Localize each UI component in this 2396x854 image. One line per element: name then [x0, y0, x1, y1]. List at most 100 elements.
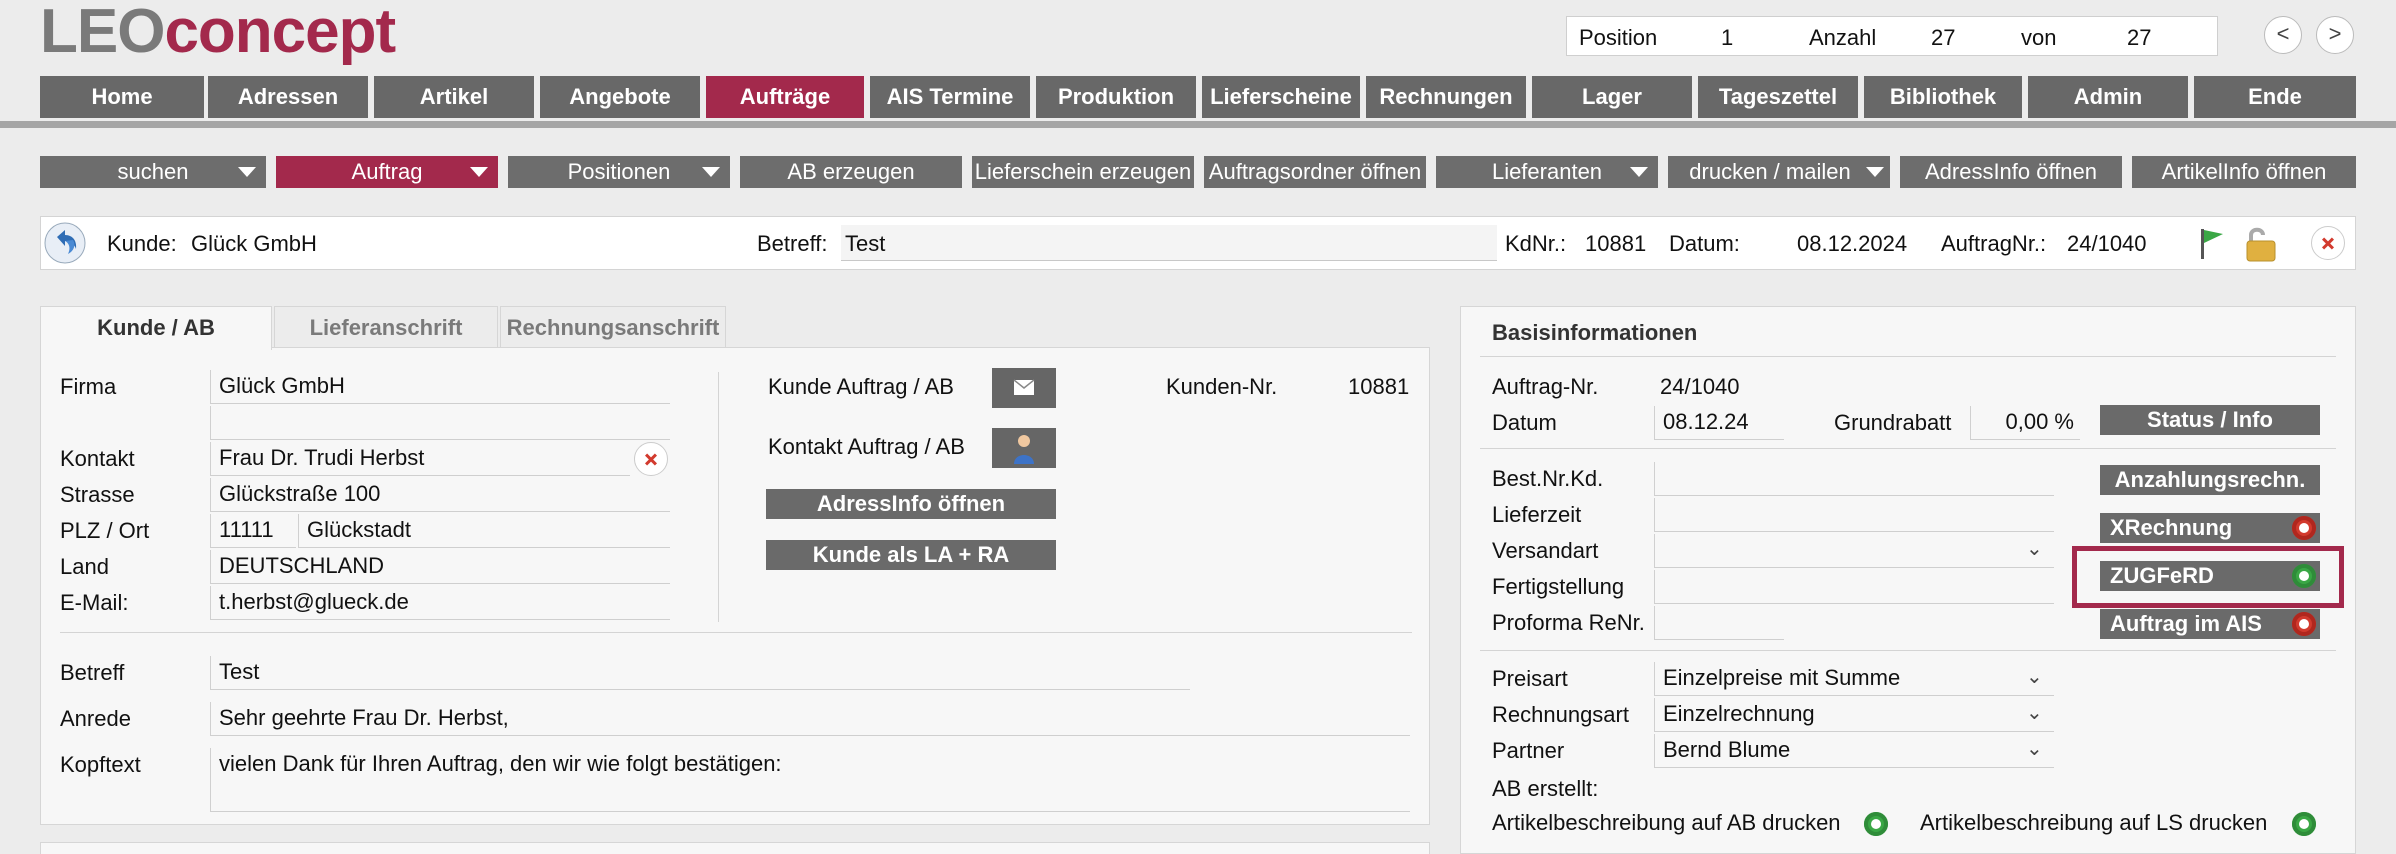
- auftragnr-value: 24/1040: [2067, 231, 2147, 256]
- rechnungsart-label: Rechnungsart: [1492, 702, 1629, 727]
- close-record-button[interactable]: [2311, 226, 2345, 260]
- adressinfo-oeffnen-button[interactable]: AdressInfo öffnen: [766, 489, 1056, 519]
- nav-adressen[interactable]: Adressen: [208, 76, 368, 118]
- betreff-field-label: Betreff: [60, 660, 125, 685]
- kunde-auftrag-label: Kunde Auftrag / AB: [768, 374, 954, 399]
- grundrabatt-field[interactable]: 0,00 %: [1970, 406, 2080, 440]
- chevron-down-icon: [1630, 167, 1648, 177]
- logo-part-concept: concept: [164, 0, 396, 66]
- tab-kunde-ab[interactable]: Kunde / AB: [40, 306, 272, 350]
- nav-tageszettel[interactable]: Tageszettel: [1698, 76, 1858, 118]
- email-field[interactable]: t.herbst@glueck.de: [210, 586, 670, 620]
- preisart-select[interactable]: Einzelpreise mit Summe: [1654, 662, 2054, 696]
- firma2-field[interactable]: [210, 406, 670, 440]
- basisinformationen-title: Basisinformationen: [1492, 320, 1698, 345]
- tab-lieferanschrift[interactable]: Lieferanschrift: [274, 306, 498, 348]
- remove-contact-button[interactable]: [634, 442, 668, 476]
- proforma-renr-field[interactable]: [1654, 606, 1784, 640]
- section-divider: [1480, 650, 2336, 651]
- fertigstellung-label: Fertigstellung: [1492, 574, 1625, 599]
- lock-icon[interactable]: [2241, 223, 2281, 263]
- rechnungsart-select[interactable]: Einzelrechnung: [1654, 698, 2054, 732]
- lieferzeit-field[interactable]: [1654, 498, 2054, 532]
- auftragnr-label: AuftragNr.:: [1941, 231, 2047, 256]
- contact-person-icon[interactable]: [992, 428, 1056, 468]
- status-info-button[interactable]: Status / Info: [2100, 405, 2320, 435]
- ab-erstellt-label: AB erstellt:: [1492, 776, 1599, 801]
- chevron-down-icon: ⌄: [2026, 666, 2043, 688]
- nav-ais-termine[interactable]: AIS Termine: [870, 76, 1030, 118]
- plz-field[interactable]: 11111: [210, 514, 296, 548]
- subnav-suchen[interactable]: suchen: [40, 156, 266, 188]
- datum-label: Datum:: [1669, 231, 1740, 256]
- previous-record-button[interactable]: <: [2264, 16, 2302, 54]
- subnav-lieferschein-erzeugen[interactable]: Lieferschein erzeugen: [972, 156, 1194, 188]
- firma-field[interactable]: Glück GmbH: [210, 370, 670, 404]
- subnav-ab-erzeugen[interactable]: AB erzeugen: [740, 156, 962, 188]
- nav-admin[interactable]: Admin: [2028, 76, 2188, 118]
- anrede-input[interactable]: Sehr geehrte Frau Dr. Herbst,: [210, 702, 1410, 736]
- best-nr-kd-field[interactable]: [1654, 462, 2054, 496]
- nav-lieferscheine[interactable]: Lieferscheine: [1202, 76, 1360, 118]
- subnav-auftrag[interactable]: Auftrag: [276, 156, 498, 188]
- nav-artikel[interactable]: Artikel: [374, 76, 534, 118]
- betreff-label: Betreff:: [757, 231, 828, 256]
- nav-ende[interactable]: Ende: [2194, 76, 2356, 118]
- nav-bibliothek[interactable]: Bibliothek: [1864, 76, 2022, 118]
- subnav-positionen[interactable]: Positionen: [508, 156, 730, 188]
- kontakt-field[interactable]: Frau Dr. Trudi Herbst: [210, 442, 630, 476]
- best-nr-kd-label: Best.Nr.Kd.: [1492, 466, 1604, 491]
- envelope-icon[interactable]: [992, 368, 1056, 408]
- nav-home[interactable]: Home: [40, 76, 204, 118]
- auftrag-im-ais-button[interactable]: Auftrag im AIS: [2100, 609, 2320, 639]
- auftrag-nr-value: 24/1040: [1660, 374, 1740, 399]
- anrede-label: Anrede: [60, 706, 131, 731]
- logo-part-leo: LEO: [40, 0, 165, 66]
- strasse-label: Strasse: [60, 482, 135, 507]
- chevron-down-icon: [238, 167, 256, 177]
- fertigstellung-field[interactable]: [1654, 570, 2054, 604]
- of-value: 27: [2127, 25, 2152, 50]
- tab-rechnungsanschrift[interactable]: Rechnungsanschrift: [500, 306, 726, 348]
- partner-label: Partner: [1492, 738, 1565, 763]
- land-label: Land: [60, 554, 109, 579]
- lower-panel: [40, 842, 1430, 854]
- back-arrow-icon[interactable]: [43, 221, 87, 265]
- kdnr-value: 10881: [1585, 231, 1647, 256]
- position-value: 1: [1721, 25, 1734, 50]
- subnav-adressinfo-oeffnen[interactable]: AdressInfo öffnen: [1900, 156, 2122, 188]
- nav-auftraege[interactable]: Aufträge: [706, 76, 864, 118]
- kopftext-input[interactable]: vielen Dank für Ihren Auftrag, den wir w…: [210, 748, 1410, 812]
- partner-select[interactable]: Bernd Blume: [1654, 734, 2054, 768]
- xrechnung-button[interactable]: XRechnung: [2100, 513, 2320, 543]
- versandart-select[interactable]: [1654, 534, 2054, 568]
- betreff-field[interactable]: [841, 225, 1497, 261]
- subnav-drucken-mailen[interactable]: drucken / mailen: [1668, 156, 1890, 188]
- land-field[interactable]: DEUTSCHLAND: [210, 550, 670, 584]
- zugferd-button[interactable]: ZUGFeRD: [2100, 561, 2320, 591]
- nav-rechnungen[interactable]: Rechnungen: [1366, 76, 1526, 118]
- betreff-value: Test: [845, 231, 886, 256]
- nav-angebote[interactable]: Angebote: [540, 76, 700, 118]
- section-divider: [60, 632, 1412, 633]
- nav-produktion[interactable]: Produktion: [1036, 76, 1196, 118]
- flag-icon[interactable]: [2197, 225, 2227, 261]
- ort-field[interactable]: Glückstadt: [298, 514, 670, 548]
- toggle-green-icon[interactable]: [2292, 812, 2316, 836]
- subnav-auftragsordner-oeffnen[interactable]: Auftragsordner öffnen: [1204, 156, 1426, 188]
- subnav-lieferanten[interactable]: Lieferanten: [1436, 156, 1658, 188]
- count-label: Anzahl: [1809, 25, 1877, 50]
- kdnr-label: KdNr.:: [1505, 231, 1567, 256]
- datum-field[interactable]: 08.12.24: [1654, 406, 1784, 440]
- anzahlungsrechnung-button[interactable]: Anzahlungsrechn.: [2100, 465, 2320, 495]
- subnav-positionen-label: Positionen: [567, 159, 671, 184]
- subnav-artikelinfo-oeffnen[interactable]: ArtikelInfo öffnen: [2132, 156, 2356, 188]
- kunde-als-la-ra-button[interactable]: Kunde als LA + RA: [766, 540, 1056, 570]
- plz-ort-label: PLZ / Ort: [60, 518, 150, 543]
- chevron-down-icon: [1866, 167, 1884, 177]
- next-record-button[interactable]: >: [2316, 16, 2354, 54]
- nav-lager[interactable]: Lager: [1532, 76, 1692, 118]
- toggle-green-icon[interactable]: [1864, 812, 1888, 836]
- strasse-field[interactable]: Glückstraße 100: [210, 478, 670, 512]
- betreff-input[interactable]: Test: [210, 656, 1190, 690]
